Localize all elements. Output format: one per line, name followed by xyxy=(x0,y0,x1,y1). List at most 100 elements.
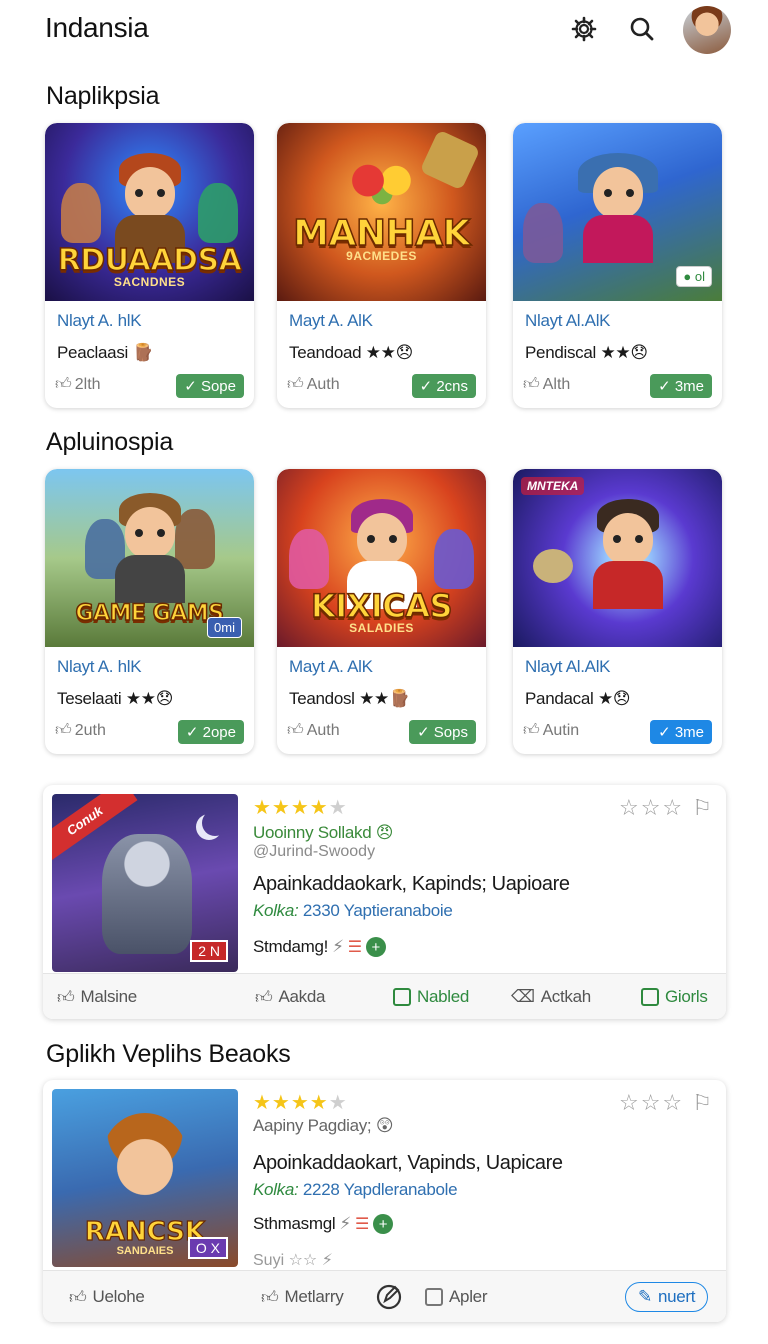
like-button[interactable]: 👍︎ Auth xyxy=(287,721,340,740)
card-thumbnail-tag: MNTEKA xyxy=(521,477,585,495)
thumbs-up-icon: 👍︎ xyxy=(55,376,72,393)
checkbox-icon xyxy=(425,1288,443,1306)
card-thumbnail-tag: 0mi xyxy=(207,617,242,638)
list-meta: Kolka: 2330 Yaptieranaboie xyxy=(253,901,453,920)
list-subtitle: Aapiny Pagdiay; 😲 xyxy=(253,1116,394,1135)
thumbs-up-icon: 👍︎ xyxy=(287,376,304,393)
card-game-name: Teandoad ★★😞 xyxy=(289,343,414,362)
list-title[interactable]: Apainkaddaokark, Kapinds; Uapioare xyxy=(253,873,570,896)
list-meta: Kolka: 2228 Yapdleranabole xyxy=(253,1180,458,1199)
card-thumbnail-tag: ● ol xyxy=(676,266,712,287)
card-game-name: Pandacal ★😞 xyxy=(525,689,631,708)
card-game-name: Teandosl ★★🪵 xyxy=(289,689,410,708)
action-malsine[interactable]: 👍︎ Malsine xyxy=(57,974,137,1019)
game-card[interactable]: MNTEKA Nlayt Al.AlK Pandacal ★😞 👍︎ Autin … xyxy=(513,469,722,754)
status-badge[interactable]: ✓ Sops xyxy=(409,720,476,744)
like-button[interactable]: 👍︎ 2uth xyxy=(55,721,106,740)
action-bar: 👍︎ Uelohe 👍︎ Metlarry Apler ✎ nuert xyxy=(43,1270,726,1322)
thumbnail-badge: 2 N xyxy=(190,940,228,962)
rating-stars: ★★★★★ xyxy=(253,797,348,819)
thumb-icon: 👍︎ xyxy=(57,987,75,1007)
status-badge[interactable]: ✓ 2cns xyxy=(411,374,476,398)
card-author[interactable]: Nlayt A. hlK xyxy=(57,657,142,677)
card-game-name: Teselaati ★★😞 xyxy=(57,689,174,708)
top-bar: Indansia xyxy=(0,0,768,60)
card-author[interactable]: Nlayt Al.AlK xyxy=(525,657,611,677)
thumbnail-badge: O X xyxy=(187,1237,228,1259)
game-card[interactable]: ● ol Nlayt Al.AlK Pendiscal ★★😞 👍︎ Alth ✓… xyxy=(513,123,722,408)
game-logo-text: MANHAK xyxy=(292,212,471,255)
game-logo-text: RDUAADSA xyxy=(57,242,243,279)
game-card[interactable]: GAME GAMS 0mi Nlayt A. hlK Teselaati ★★😞… xyxy=(45,469,254,754)
game-thumbnail: ● ol xyxy=(513,123,722,301)
thumbs-up-icon: 👍︎ xyxy=(523,722,540,739)
action-metlarry[interactable]: 👍︎ Metlarry xyxy=(261,1271,344,1322)
list-thumbnail: Conuk 2 N xyxy=(52,794,238,972)
thumbs-up-icon: 👍︎ xyxy=(55,722,72,739)
action-uelohe[interactable]: 👍︎ Uelohe xyxy=(69,1271,145,1322)
settings-gear-icon[interactable] xyxy=(569,14,599,44)
comment-icon xyxy=(641,988,659,1006)
user-avatar[interactable] xyxy=(683,6,731,54)
action-giorls[interactable]: Giorls xyxy=(641,974,708,1019)
rate-stars-control[interactable]: ☆☆☆ ⚐ xyxy=(619,1090,714,1116)
action-apler[interactable]: Apler xyxy=(425,1271,487,1322)
pen-icon: ✎ xyxy=(638,1287,652,1306)
game-thumbnail: GAME GAMS 0mi xyxy=(45,469,254,647)
rating-stars: ★★★★★ xyxy=(253,1092,348,1114)
game-logo-subtext: SACNDNES xyxy=(113,275,186,289)
like-button[interactable]: 👍︎ Auth xyxy=(287,375,340,394)
list-status: Stmdamg! ⚡ ☰ + xyxy=(253,937,386,957)
card-game-name: Pendiscal ★★😞 xyxy=(525,343,648,362)
search-icon[interactable] xyxy=(627,14,657,44)
tag-icon: ⌫ xyxy=(511,987,535,1006)
game-logo-subtext: 9ACMEDES xyxy=(346,249,417,263)
list-item[interactable]: Conuk 2 N ★★★★★ ☆☆☆ ⚐ Uooinny Sollakd 😠 … xyxy=(43,785,726,1019)
edit-icon xyxy=(376,1284,402,1310)
game-card[interactable]: MANHAK 9ACMEDES Mayt A. AlK Teandoad ★★😞… xyxy=(277,123,486,408)
thumbs-up-icon: 👍︎ xyxy=(287,722,304,739)
like-button[interactable]: 👍︎ Autin xyxy=(523,721,579,740)
like-button[interactable]: 👍︎ Alth xyxy=(523,375,570,394)
card-author[interactable]: Mayt A. AlK xyxy=(289,657,373,677)
section-title-2: Apluinospia xyxy=(46,428,174,456)
game-logo-subtext: SALADIES xyxy=(349,621,414,635)
game-card[interactable]: KIXICAS SALADIES Mayt A. AlK Teandosl ★★… xyxy=(277,469,486,754)
card-author[interactable]: Nlayt Al.AlK xyxy=(525,311,611,331)
game-logo-text: KIXICAS xyxy=(310,586,453,626)
list-item[interactable]: RANCSK SANDAIES O X ★★★★★ ☆☆☆ ⚐ Aapiny P… xyxy=(43,1080,726,1322)
list-title[interactable]: Apoinkaddaokart, Vapinds, Uapicare xyxy=(253,1152,563,1175)
section-title-3: Gplikh Veplihs Beaoks xyxy=(46,1040,291,1068)
list-subtitle: Uooinny Sollakd 😠 xyxy=(253,823,394,842)
status-badge[interactable]: ✓ 2ope xyxy=(177,720,244,744)
add-icon[interactable]: + xyxy=(373,1214,394,1234)
comment-icon xyxy=(393,988,411,1006)
action-nabled[interactable]: Nabled xyxy=(393,974,469,1019)
action-aakda[interactable]: 👍︎ Aakda xyxy=(255,974,325,1019)
add-icon[interactable]: + xyxy=(365,937,386,957)
game-thumbnail: MANHAK 9ACMEDES xyxy=(277,123,486,301)
status-badge[interactable]: ✓ 3me xyxy=(650,720,712,744)
game-card[interactable]: RDUAADSA SACNDNES Nlayt A. hlK Peaclaasi… xyxy=(45,123,254,408)
action-nuert[interactable]: ✎ nuert xyxy=(625,1282,709,1312)
app-title: Indansia xyxy=(45,12,149,43)
action-bar: 👍︎ Malsine 👍︎ Aakda Nabled ⌫ Actkah Giorls xyxy=(43,973,726,1019)
list-status: Sthmasmgl ⚡ ☰ + xyxy=(253,1214,394,1234)
game-thumbnail: RDUAADSA SACNDNES xyxy=(45,123,254,301)
action-actkah[interactable]: ⌫ Actkah xyxy=(511,974,591,1019)
thumb-icon: 👍︎ xyxy=(255,987,273,1007)
status-badge[interactable]: ✓ 3me xyxy=(650,374,712,398)
status-badge[interactable]: ✓ Sope xyxy=(176,374,244,398)
section-title-1: Naplikpsia xyxy=(46,82,160,110)
game-thumbnail: KIXICAS SALADIES xyxy=(277,469,486,647)
list-extra: Suyi ☆☆ ⚡ xyxy=(253,1252,333,1269)
card-author[interactable]: Mayt A. AlK xyxy=(289,311,373,331)
rate-stars-control[interactable]: ☆☆☆ ⚐ xyxy=(619,795,714,821)
list-thumbnail: RANCSK SANDAIES O X xyxy=(52,1089,238,1267)
list-handle[interactable]: @Jurind-Swoody xyxy=(253,843,375,861)
edit-button[interactable] xyxy=(375,1271,403,1322)
thumbs-up-icon: 👍︎ xyxy=(523,376,540,393)
game-thumbnail: MNTEKA xyxy=(513,469,722,647)
like-button[interactable]: 👍︎ 2lth xyxy=(55,375,101,394)
card-author[interactable]: Nlayt A. hlK xyxy=(57,311,142,331)
